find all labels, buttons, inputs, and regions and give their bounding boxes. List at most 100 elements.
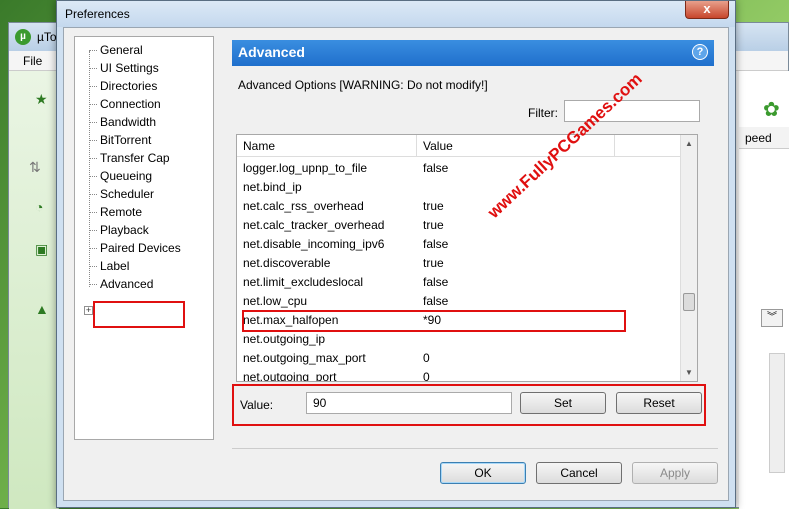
filter-label: Filter: bbox=[528, 106, 558, 120]
advanced-options-list[interactable]: Name Value logger.log_upnp_to_file false n… bbox=[236, 134, 698, 382]
ok-button[interactable]: OK bbox=[440, 462, 526, 484]
table-row[interactable]: net.calc_tracker_overhead true bbox=[237, 216, 682, 235]
row-name: net.outgoing_port bbox=[243, 370, 337, 382]
utorrent-logo-icon: µ bbox=[15, 29, 31, 45]
close-button[interactable]: x bbox=[685, 1, 729, 19]
tree-item-bandwidth[interactable]: Bandwidth bbox=[100, 113, 156, 131]
star-icon[interactable]: ★ bbox=[35, 91, 48, 108]
dialog-body: General UI Settings Directories Connection B… bbox=[63, 27, 729, 501]
tree-item-connection[interactable]: Connection bbox=[100, 95, 161, 113]
row-value: false bbox=[423, 294, 449, 308]
scroll-up-icon[interactable]: ▲ bbox=[685, 139, 693, 148]
tree-connector bbox=[89, 122, 97, 123]
tree-item-remote[interactable]: Remote bbox=[100, 203, 142, 221]
set-button[interactable]: Set bbox=[520, 392, 606, 414]
row-name: logger.log_upnp_to_file bbox=[243, 161, 368, 175]
reset-button[interactable]: Reset bbox=[616, 392, 702, 414]
background-sidebar: ★ ⇅ ◔ ▣ ▲ bbox=[9, 71, 59, 509]
dialog-titlebar: Preferences x bbox=[57, 1, 735, 27]
tree-item-transfer-cap[interactable]: Transfer Cap bbox=[100, 149, 170, 167]
help-icon[interactable]: ? bbox=[692, 44, 708, 60]
background-right-panel: ✿ peed ︾ bbox=[739, 71, 789, 509]
table-row[interactable]: net.outgoing_max_port 0 bbox=[237, 349, 682, 368]
row-name: net.calc_rss_overhead bbox=[243, 199, 364, 213]
tree-item-general[interactable]: General bbox=[100, 41, 143, 59]
row-name: net.limit_excludeslocal bbox=[243, 275, 364, 289]
tree-connector bbox=[89, 104, 97, 105]
preferences-tree: General UI Settings Directories Connection B… bbox=[74, 36, 214, 440]
transfer-icon[interactable]: ⇅ bbox=[29, 159, 41, 176]
tree-connector bbox=[89, 230, 97, 231]
row-value: 0 bbox=[423, 370, 430, 382]
tree-item-playback[interactable]: Playback bbox=[100, 221, 149, 239]
row-name: net.calc_tracker_overhead bbox=[243, 218, 385, 232]
table-row[interactable]: logger.log_upnp_to_file false bbox=[237, 159, 682, 178]
tree-expander-icon[interactable]: + bbox=[84, 306, 93, 315]
tree-item-ui-settings[interactable]: UI Settings bbox=[100, 59, 159, 77]
table-row[interactable]: net.discoverable true bbox=[237, 254, 682, 273]
tree-connector bbox=[89, 266, 97, 267]
row-value: true bbox=[423, 199, 444, 213]
row-value: true bbox=[423, 256, 444, 270]
background-scrollbar[interactable] bbox=[769, 353, 785, 473]
tree-connector bbox=[89, 50, 97, 51]
tree-connector bbox=[89, 284, 97, 285]
tree-item-paired-devices[interactable]: Paired Devices bbox=[100, 239, 181, 257]
row-value: false bbox=[423, 275, 449, 289]
tree-connector bbox=[89, 212, 97, 213]
table-row[interactable]: net.outgoing_ip bbox=[237, 330, 682, 349]
tree-connector bbox=[89, 194, 97, 195]
collapse-toggle-icon[interactable]: ︾ bbox=[761, 309, 783, 327]
row-value: false bbox=[423, 161, 449, 175]
tree-item-label[interactable]: Label bbox=[100, 257, 129, 275]
table-row[interactable]: net.low_cpu false bbox=[237, 292, 682, 311]
apply-button[interactable]: Apply bbox=[632, 462, 718, 484]
value-input[interactable]: 90 bbox=[306, 392, 512, 414]
gear-icon[interactable]: ✿ bbox=[763, 97, 780, 122]
footer-separator bbox=[232, 448, 718, 449]
scroll-down-icon[interactable]: ▼ bbox=[685, 368, 693, 377]
background-app-title: µTo bbox=[37, 30, 57, 44]
tree-connector bbox=[89, 86, 97, 87]
highlight-max-halfopen bbox=[242, 310, 626, 332]
row-name: net.outgoing_ip bbox=[243, 332, 326, 346]
row-value: false bbox=[423, 237, 449, 251]
row-name: net.disable_incoming_ipv6 bbox=[243, 237, 385, 251]
preferences-dialog: Preferences x General UI Settings Director… bbox=[56, 0, 736, 508]
list-header: Name Value bbox=[237, 135, 682, 157]
rss-icon[interactable]: ◔ bbox=[35, 199, 43, 215]
tree-item-directories[interactable]: Directories bbox=[100, 77, 157, 95]
value-label: Value: bbox=[240, 398, 274, 412]
section-title: Advanced bbox=[238, 44, 305, 60]
tree-item-advanced[interactable]: Advanced bbox=[100, 275, 153, 293]
list-scrollbar[interactable]: ▲ ▼ bbox=[680, 135, 697, 381]
table-row[interactable]: net.calc_rss_overhead true bbox=[237, 197, 682, 216]
table-row[interactable]: net.limit_excludeslocal false bbox=[237, 273, 682, 292]
label-icon[interactable]: ▲ bbox=[35, 301, 49, 317]
row-value: true bbox=[423, 218, 444, 232]
tree-connector bbox=[89, 158, 97, 159]
table-row[interactable]: net.disable_incoming_ipv6 false bbox=[237, 235, 682, 254]
column-header-name[interactable]: Name bbox=[237, 135, 417, 157]
section-header: Advanced ? bbox=[232, 40, 714, 66]
tree-item-queueing[interactable]: Queueing bbox=[100, 167, 152, 185]
tree-connector bbox=[89, 248, 97, 249]
cancel-button[interactable]: Cancel bbox=[536, 462, 622, 484]
group-label: Advanced Options [WARNING: Do not modify… bbox=[238, 78, 488, 92]
list-rows: logger.log_upnp_to_file false net.bind_ip n… bbox=[237, 159, 682, 382]
scroll-thumb[interactable] bbox=[683, 293, 695, 311]
table-row[interactable]: net.bind_ip bbox=[237, 178, 682, 197]
menu-file[interactable]: File bbox=[23, 54, 42, 68]
table-row[interactable]: net.outgoing_port 0 bbox=[237, 368, 682, 382]
row-name: net.bind_ip bbox=[243, 180, 302, 194]
highlight-advanced bbox=[93, 301, 185, 328]
tree-item-scheduler[interactable]: Scheduler bbox=[100, 185, 154, 203]
device-icon[interactable]: ▣ bbox=[35, 241, 48, 258]
tree-connector bbox=[89, 68, 97, 69]
row-name: net.low_cpu bbox=[243, 294, 308, 308]
row-name: net.outgoing_max_port bbox=[243, 351, 366, 365]
row-name: net.discoverable bbox=[243, 256, 331, 270]
tree-item-bittorrent[interactable]: BitTorrent bbox=[100, 131, 151, 149]
speed-column-header[interactable]: peed bbox=[739, 127, 789, 149]
tree-connector bbox=[89, 176, 97, 177]
